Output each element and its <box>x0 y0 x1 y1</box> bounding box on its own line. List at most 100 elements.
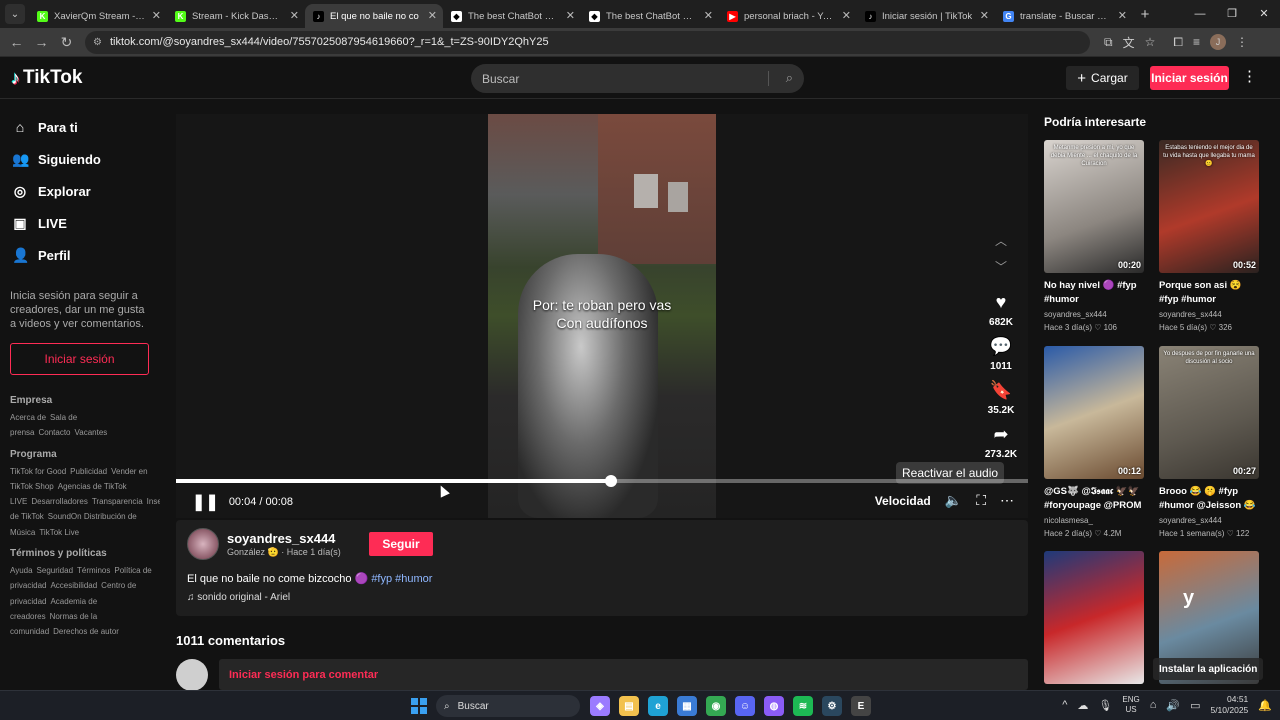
footer-link[interactable]: Ayuda <box>10 566 33 575</box>
taskbar-search[interactable]: ⌕ Buscar <box>436 695 580 717</box>
steam-icon[interactable]: ⚙ <box>822 696 842 716</box>
footer-link[interactable]: Desarrolladores <box>31 497 87 506</box>
volume-icon[interactable]: 🔈 <box>945 492 962 509</box>
chevron-up-icon[interactable]: ︿ <box>995 232 1007 258</box>
copilot-icon[interactable]: ◈ <box>590 696 610 716</box>
browser-tab[interactable]: ♪ Iniciar sesión | TikTok ✕ <box>857 4 995 28</box>
notifications-icon[interactable]: 🔔 <box>1258 699 1272 712</box>
sidebar-item-live[interactable]: ▣ LIVE <box>0 207 160 239</box>
network-icon[interactable]: ⌂ <box>1150 699 1157 711</box>
sidebar-item-siguiendo[interactable]: 👥 Siguiendo <box>0 143 160 175</box>
chevron-up-icon[interactable]: ^ <box>1062 699 1067 711</box>
footer-link[interactable]: Accesibilidad <box>50 581 97 590</box>
recommendation-thumbnail[interactable] <box>1044 551 1144 685</box>
microphone-icon[interactable]: 🎙 <box>1098 699 1112 712</box>
fullscreen-icon[interactable]: ⛶ <box>976 492 986 509</box>
media-controls-icon[interactable]: ≡ <box>1193 35 1200 49</box>
recommendation-card[interactable]: Estabas teniendo el mejor dia de tu vida… <box>1159 140 1259 338</box>
tab-close-icon[interactable]: ✕ <box>980 9 989 22</box>
browser-tab[interactable]: K XavierQm Stream - Watch ✕ <box>29 4 167 28</box>
sidebar-item-perfil[interactable]: 👤 Perfil <box>0 239 160 271</box>
browser-tab[interactable]: ♪ El que no baile no co ✕ <box>305 4 443 28</box>
recommendation-card[interactable]: 00:12 @GS🐺 @𝕴𝖘𝖆𝖆𝖈 🦅🦅 #foryoupage @PROM XX… <box>1044 345 1144 544</box>
browser-tab[interactable]: Gtranslate - Buscar con Go ✕ <box>995 4 1133 28</box>
footer-link[interactable]: Transparencia <box>92 497 143 506</box>
recommendation-thumbnail[interactable]: 00:12 <box>1044 345 1144 479</box>
forward-icon[interactable]: → <box>29 34 54 50</box>
github-desktop-icon[interactable]: ◍ <box>764 696 784 716</box>
chevron-down-icon[interactable]: ﹀ <box>995 258 1007 284</box>
footer-link[interactable]: Contacto <box>38 428 70 437</box>
store-icon[interactable]: ▦ <box>677 696 697 716</box>
windows-start-icon[interactable] <box>411 698 427 714</box>
site-info-icon[interactable]: ⚙ <box>93 37 102 48</box>
spotify-icon[interactable]: ≋ <box>793 696 813 716</box>
author-name[interactable]: soyandres_sx444 <box>227 531 335 546</box>
sidebar-item-para-ti[interactable]: ⌂ Para ti <box>0 111 160 143</box>
clock[interactable]: 04:51 5/10/2025 <box>1210 694 1248 716</box>
edge-icon[interactable]: e <box>648 696 668 716</box>
browser-tab[interactable]: K Stream - Kick Dashboard ✕ <box>167 4 305 28</box>
recommendation-thumbnail[interactable]: Metanme presion a mi, yo que debia Mient… <box>1044 140 1144 273</box>
back-icon[interactable]: ← <box>4 34 29 50</box>
video-frame[interactable]: Por: te roban pero vas Con audífonos <box>488 114 716 518</box>
footer-link[interactable]: Vacantes <box>75 428 108 437</box>
browser-tab[interactable]: ◆ The best ChatBot and Wi ✕ <box>443 4 581 28</box>
battery-icon[interactable]: ▭ <box>1190 699 1200 712</box>
footer-link[interactable]: Seguridad <box>37 566 73 575</box>
recommendation-title[interactable]: No hay nivel 🟣 #fyp #humor <box>1044 279 1144 307</box>
search-input[interactable]: Buscar ⌕ <box>471 64 804 93</box>
heart-icon[interactable]: ♥ <box>996 292 1007 313</box>
author-avatar[interactable] <box>187 528 219 560</box>
bookmark-icon[interactable]: 🔖 <box>990 380 1012 401</box>
recommendation-title[interactable]: @GS🐺 @𝕴𝖘𝖆𝖆𝖈 🦅🦅 #foryoupage @PROM XXV SCS… <box>1044 485 1144 513</box>
new-tab-button[interactable]: + <box>1133 6 1157 23</box>
comment-login-prompt[interactable]: Iniciar sesión para comentar <box>219 659 1028 690</box>
recommendation-title[interactable]: Porque son asi 😵 #fyp #humor <box>1159 279 1259 307</box>
tab-close-icon[interactable]: ✕ <box>566 9 575 22</box>
browser-tab[interactable]: ◆ The best ChatBot and ✕ <box>581 4 719 28</box>
upload-button[interactable]: + Cargar <box>1066 66 1139 90</box>
recommendation-title[interactable]: Brooo 😂 🤫 #fyp #humor @Jeisson 😂 🥦 <box>1159 485 1259 513</box>
file-explorer-icon[interactable]: ▤ <box>619 696 639 716</box>
chrome-icon[interactable]: ◉ <box>706 696 726 716</box>
footer-link[interactable]: Derechos de autor <box>53 627 119 636</box>
address-bar[interactable]: ⚙ tiktok.com/@soyandres_sx444/video/7557… <box>85 30 1090 54</box>
browser-tab[interactable]: ▶ personal briach - YouTube ✕ <box>719 4 857 28</box>
close-window-icon[interactable]: ✕ <box>1248 0 1280 28</box>
sidebar-login-button[interactable]: Iniciar sesión <box>10 343 149 375</box>
pause-icon[interactable]: ❚❚ <box>192 492 219 512</box>
recommendation-card[interactable]: Yo despues de por fin ganarle una discus… <box>1159 345 1259 544</box>
footer-link[interactable]: Publicidad <box>70 467 107 476</box>
video-player[interactable]: Por: te roban pero vas Con audífonos ︿ ﹀… <box>176 114 1028 518</box>
tab-close-icon[interactable]: ✕ <box>704 9 713 22</box>
tab-close-icon[interactable]: ✕ <box>152 9 161 22</box>
tab-close-icon[interactable]: ✕ <box>290 9 299 22</box>
cast-icon[interactable]: ⧉ <box>1104 35 1113 50</box>
sidebar-item-explorar[interactable]: ◎ Explorar <box>0 175 160 207</box>
footer-link[interactable]: TikTok for Good <box>10 467 66 476</box>
progress-bar[interactable] <box>176 475 1028 487</box>
reload-icon[interactable]: ↻ <box>54 34 79 51</box>
recommendation-author[interactable]: soyandres_sx444 <box>1044 310 1144 319</box>
tab-close-icon[interactable]: ✕ <box>842 9 851 22</box>
onedrive-icon[interactable]: ☁ <box>1077 699 1088 712</box>
speed-button[interactable]: Velocidad <box>875 494 931 508</box>
progress-handle[interactable] <box>604 475 617 487</box>
recommendation-card[interactable]: Metanme presion a mi, yo que debia Mient… <box>1044 140 1144 338</box>
recommendation-author[interactable]: soyandres_sx444 <box>1159 516 1259 525</box>
extensions-icon[interactable]: ⧠ <box>1173 35 1183 50</box>
footer-link[interactable]: Términos <box>77 566 110 575</box>
tab-search-button[interactable]: ⌄ <box>5 4 25 24</box>
tiktok-logo[interactable]: ♪ TikTok <box>11 67 82 89</box>
discord-icon[interactable]: ☺ <box>735 696 755 716</box>
profile-avatar[interactable]: J <box>1209 34 1226 50</box>
more-icon[interactable]: ⋯ <box>1000 492 1014 509</box>
maximize-icon[interactable]: ❐ <box>1216 0 1248 28</box>
comment-icon[interactable]: 💬 <box>990 336 1012 357</box>
translate-icon[interactable]: 文 <box>1123 34 1135 51</box>
tab-close-icon[interactable]: ✕ <box>1118 9 1127 22</box>
browser-menu-icon[interactable]: ⋮ <box>1236 35 1248 49</box>
minimize-icon[interactable]: — <box>1184 0 1216 28</box>
install-app-button[interactable]: Instalar la aplicación <box>1153 658 1264 680</box>
